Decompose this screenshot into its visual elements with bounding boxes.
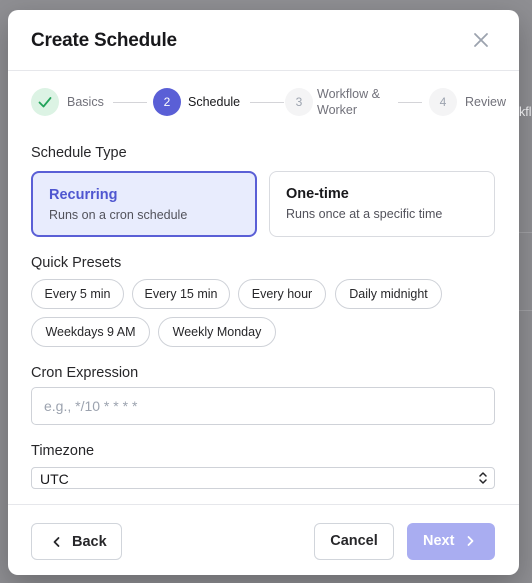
cron-expression-input[interactable]: [31, 387, 495, 425]
step-separator: [250, 102, 284, 103]
step-indicator: Basics 2 Schedule 3 Workflow & Worker 4 …: [8, 72, 519, 130]
cancel-button[interactable]: Cancel: [314, 523, 394, 560]
schedule-type-one-time[interactable]: One-time Runs once at a specific time: [269, 171, 495, 237]
next-button[interactable]: Next: [407, 523, 495, 560]
recurring-description: Runs on a cron schedule: [49, 208, 188, 222]
one-time-title: One-time: [286, 186, 349, 202]
overflow-step-text: kfl: [519, 105, 532, 119]
step-1-circle: [31, 88, 59, 116]
schedule-type-recurring[interactable]: Recurring Runs on a cron schedule: [31, 171, 257, 237]
back-label: Back: [72, 534, 107, 550]
chevron-right-icon: [467, 536, 474, 546]
back-button[interactable]: Back: [31, 523, 122, 560]
next-label: Next: [423, 533, 455, 549]
quick-presets-label: Quick Presets: [31, 255, 122, 271]
close-button[interactable]: [470, 29, 492, 51]
step-3-label-line1: Workflow &: [317, 87, 380, 101]
step-3-circle: 3: [285, 88, 313, 116]
preset-every-15-min[interactable]: Every 15 min: [132, 279, 230, 309]
recurring-title: Recurring: [49, 187, 118, 203]
timezone-value: UTC: [40, 471, 69, 487]
dialog-footer: Back Cancel Next: [8, 504, 519, 575]
timezone-select[interactable]: UTC: [31, 467, 495, 489]
create-schedule-dialog: Create Schedule Basics 2 Schedule 3 Work…: [8, 10, 519, 575]
preset-every-hour[interactable]: Every hour: [238, 279, 326, 309]
step-separator: [113, 102, 147, 103]
preset-every-5-min[interactable]: Every 5 min: [31, 279, 124, 309]
step-1-label: Basics: [67, 95, 104, 109]
step-3-label-line2: Worker: [317, 103, 358, 117]
step-2-label: Schedule: [188, 95, 241, 109]
backdrop-divider: [519, 310, 532, 311]
preset-daily-midnight[interactable]: Daily midnight: [335, 279, 442, 309]
schedule-type-label: Schedule Type: [31, 145, 127, 161]
chevron-up-down-icon: [479, 472, 487, 484]
dialog-title: Create Schedule: [31, 30, 177, 51]
cron-expression-label: Cron Expression: [31, 365, 139, 381]
check-icon: [38, 97, 52, 108]
step-2-circle: 2: [153, 88, 181, 116]
preset-weekdays-9am[interactable]: Weekdays 9 AM: [31, 317, 150, 347]
chevron-left-icon: [53, 537, 60, 547]
close-icon: [474, 33, 488, 47]
step-4-label: Review: [465, 95, 506, 109]
dialog-header: Create Schedule: [8, 10, 519, 71]
one-time-description: Runs once at a specific time: [286, 207, 443, 221]
step-4-circle: 4: [429, 88, 457, 116]
preset-weekly-monday[interactable]: Weekly Monday: [158, 317, 276, 347]
timezone-label: Timezone: [31, 443, 95, 459]
backdrop-divider: [519, 232, 532, 233]
step-separator: [398, 102, 422, 103]
